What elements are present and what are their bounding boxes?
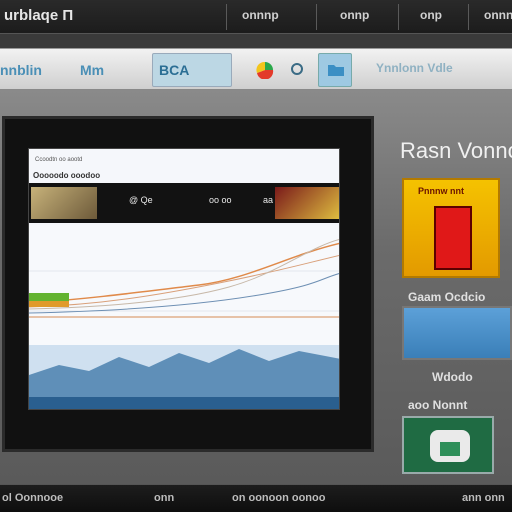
status-item[interactable]: on oonoon oonoo (232, 492, 325, 504)
line-chart-graphic (29, 225, 339, 409)
side-caption[interactable]: Gaam Ocdcio (408, 290, 485, 304)
app-title: urblaqe Π (4, 7, 74, 24)
status-item[interactable]: ann onn (462, 492, 505, 504)
side-caption[interactable]: aoo Nonnt (408, 398, 467, 412)
menu-separator (316, 4, 317, 30)
media-thumbnail[interactable] (275, 187, 339, 219)
toolbar-tab-label: BCA (159, 62, 190, 78)
folder-button[interactable] (318, 53, 352, 87)
status-bar: ol Oonnooe onn on oonoon oonoo ann onn (0, 484, 512, 512)
toolbar-tab-active[interactable]: BCA (152, 53, 232, 87)
side-thumbnail[interactable] (402, 306, 512, 360)
globe-icon[interactable] (290, 62, 304, 76)
strip-label: aa (263, 195, 274, 205)
side-thumbnail[interactable] (402, 416, 494, 474)
toolbar: nnblin Mm BCA Ynnlonn Vdle (0, 48, 512, 90)
toolbar-link[interactable]: Ynnlonn Vdle (376, 61, 453, 75)
promo-label: Pnnnw nnt (418, 186, 464, 196)
status-item[interactable]: ol Oonnooe (2, 492, 63, 504)
menu-separator (468, 4, 469, 30)
screen-subheader: Ooooodo ooodoo (33, 171, 101, 180)
folder-icon (328, 65, 344, 76)
strip-label: @ Qe (129, 195, 153, 205)
promo-image (434, 206, 472, 270)
media-thumbnail[interactable] (31, 187, 97, 219)
main-area: Ccoodtn oo aootd Ooooodo ooodoo @ Qe oo … (0, 90, 512, 484)
promo-card[interactable]: Pnnnw nnt (402, 178, 500, 278)
preview-screen[interactable]: Ccoodtn oo aootd Ooooodo ooodoo @ Qe oo … (28, 148, 340, 410)
media-strip: @ Qe oo oo aa (29, 183, 339, 223)
side-panel-title: Rasn Vonnc (400, 138, 512, 163)
strip-label: oo oo (209, 195, 232, 205)
toolbar-item-2[interactable]: Mm (80, 55, 104, 85)
menu-item-2[interactable]: onnp (340, 8, 369, 22)
menu-item-4[interactable]: onnnp (484, 8, 512, 22)
status-item[interactable]: onn (154, 492, 174, 504)
title-bar: urblaqe Π onnnp onnp onp onnnp (0, 0, 512, 34)
toolbar-item-1[interactable]: nnblin (0, 55, 42, 85)
badge-icon (430, 430, 470, 462)
side-caption[interactable]: Wdodo (432, 370, 473, 384)
pie-chart-icon[interactable] (252, 61, 278, 79)
menu-item-1[interactable]: onnnp (242, 8, 279, 22)
menu-item-3[interactable]: onp (420, 8, 442, 22)
menu-separator (398, 4, 399, 30)
screen-header: Ccoodtn oo aootd (35, 157, 83, 163)
menu-separator (226, 4, 227, 30)
